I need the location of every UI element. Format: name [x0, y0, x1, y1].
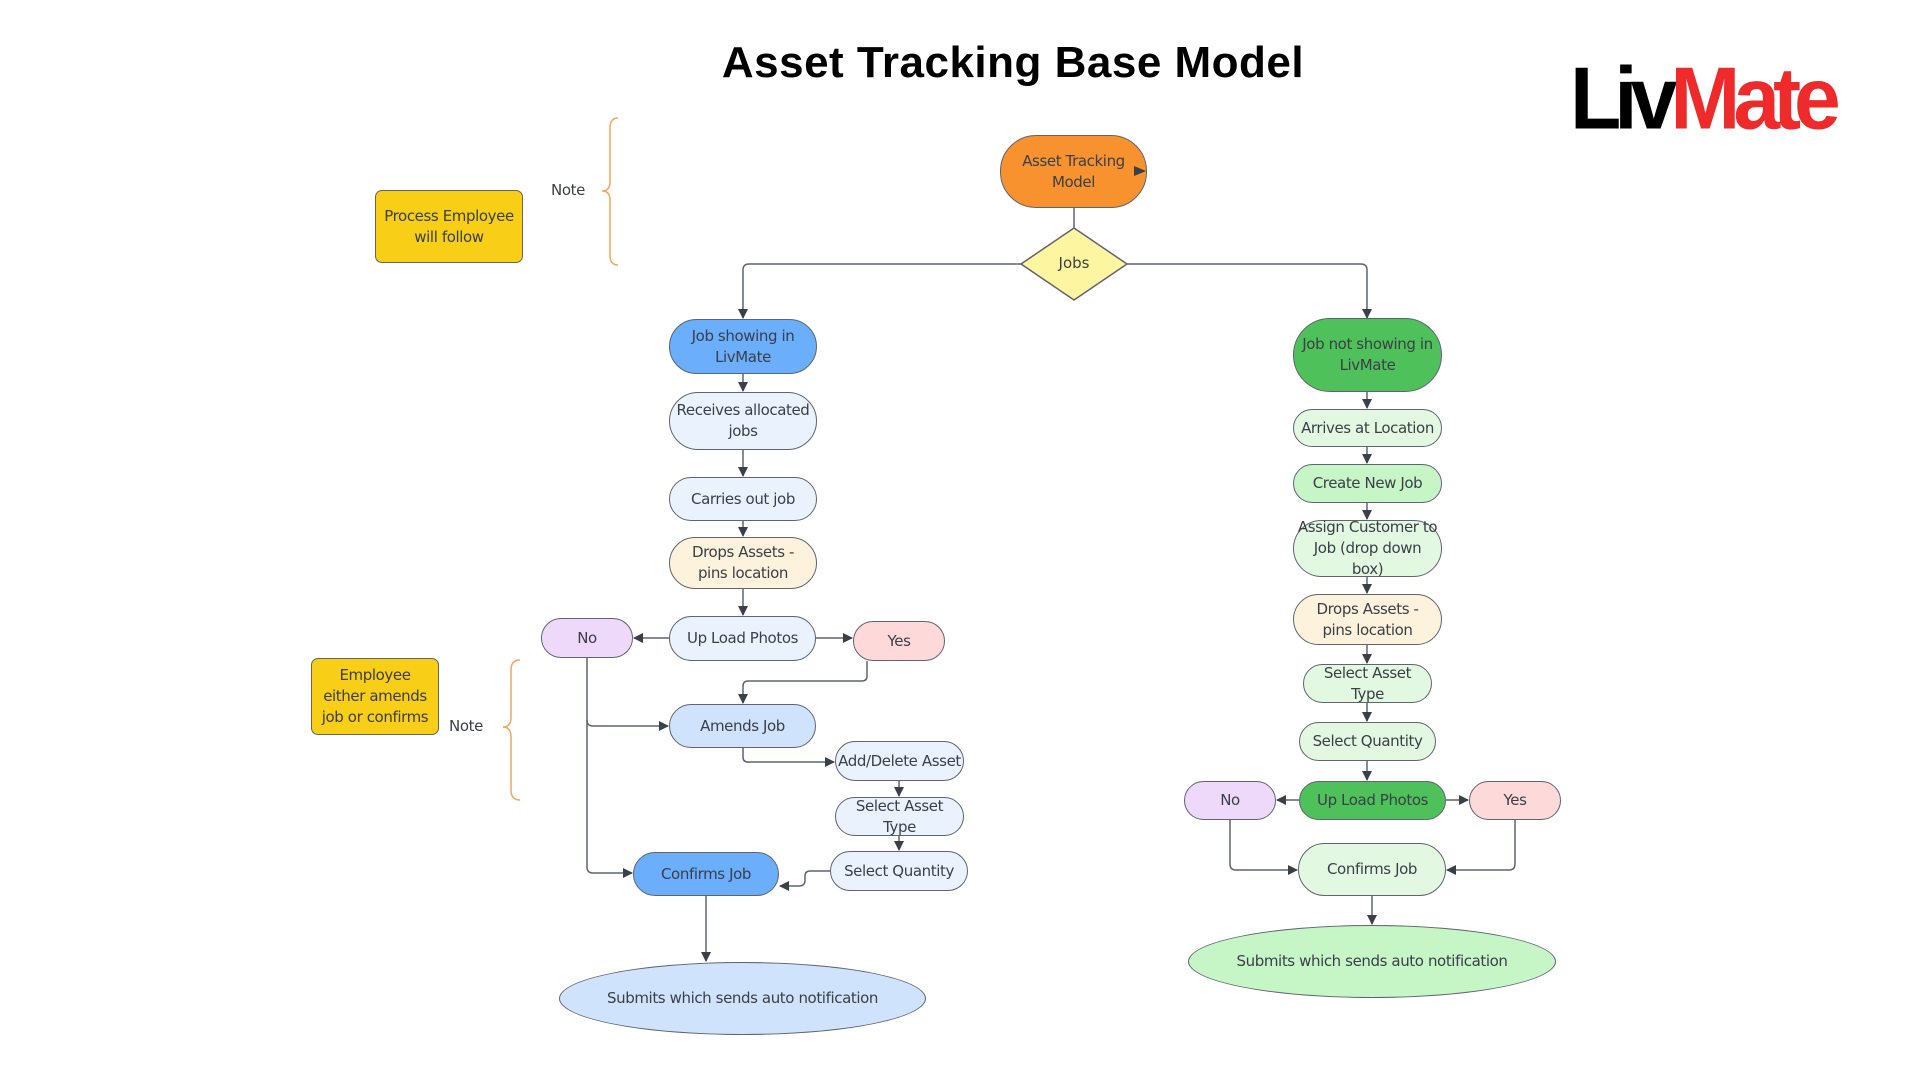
decision-text: Jobs: [1058, 254, 1090, 272]
connector: [586, 720, 633, 878]
amends-job-node[interactable]: Amends Job: [669, 704, 816, 748]
node-text: Add/Delete Asset: [838, 751, 961, 770]
note-text: Process Employee will follow: [384, 206, 514, 246]
create-new-job-node[interactable]: Create New Job: [1293, 464, 1442, 503]
node-text: Confirms Job: [660, 864, 752, 883]
note-text: Employee either amends job or confirms: [321, 666, 429, 726]
select-asset-type-node[interactable]: Select Asset Type: [1303, 664, 1432, 703]
node-text: No: [1220, 791, 1240, 809]
connectors-layer: [502, 117, 1516, 962]
node-text: Assign Customer to Job (drop down box): [1297, 518, 1438, 578]
note-label: Note: [449, 717, 483, 735]
play-arrow-icon: [1134, 166, 1146, 176]
node-text: Up Load Photos: [686, 629, 799, 647]
no-node[interactable]: No: [1184, 781, 1276, 820]
node-text: Amends Job: [700, 716, 785, 735]
node-text: No: [577, 628, 597, 647]
decision-to-left-connector: [738, 263, 1021, 319]
node-text: Receives allocated jobs: [676, 401, 810, 440]
select-quantity-node[interactable]: Select Quantity: [830, 851, 968, 891]
job-showing-node[interactable]: Job showing in LivMate: [669, 319, 817, 374]
node-text: Create New Job: [1312, 474, 1423, 492]
drops-assets-node[interactable]: Drops Assets - pins location: [1293, 594, 1442, 645]
job-not-showing-node[interactable]: Job not showing in LivMate: [1293, 318, 1442, 392]
add-delete-asset-node[interactable]: Add/Delete Asset: [835, 741, 964, 781]
yes-node[interactable]: Yes: [853, 621, 945, 661]
decision-to-right-connector: [1127, 263, 1372, 319]
note-label: Note: [551, 181, 585, 199]
note-brace: [601, 117, 619, 266]
connector: [1229, 820, 1298, 875]
no-node[interactable]: No: [541, 618, 633, 658]
confirms-job-node[interactable]: Confirms Job: [1298, 843, 1446, 896]
upload-photos-node[interactable]: Up Load Photos: [669, 616, 816, 661]
yes-node[interactable]: Yes: [1469, 781, 1561, 820]
node-text: Select Asset Type: [1323, 663, 1412, 703]
select-quantity-node[interactable]: Select Quantity: [1299, 722, 1436, 761]
node-text: Select Quantity: [844, 861, 954, 880]
upload-photos-node[interactable]: Up Load Photos: [1299, 781, 1446, 820]
carries-out-job-node[interactable]: Carries out job: [669, 477, 817, 521]
connector: [779, 870, 830, 891]
node-text: Yes: [1503, 791, 1527, 809]
node-text: Drops Assets - pins location: [1316, 599, 1419, 639]
node-text: Submits which sends auto notification: [1236, 952, 1508, 970]
submits-notification-node[interactable]: Submits which sends auto notification: [559, 962, 926, 1035]
drops-assets-node[interactable]: Drops Assets - pins location: [669, 537, 817, 589]
node-text: Yes: [887, 631, 911, 650]
node-text: Drops Assets - pins location: [691, 543, 795, 582]
node-text: Job showing in LivMate: [691, 326, 795, 366]
arrives-location-node[interactable]: Arrives at Location: [1293, 409, 1442, 447]
node-text: Confirms Job: [1326, 860, 1418, 878]
select-asset-type-node[interactable]: Select Asset Type: [835, 797, 964, 836]
node-text: Select Asset Type: [855, 796, 944, 836]
note-box-employee: Employee either amends job or confirms: [311, 658, 439, 735]
connector: [586, 658, 669, 731]
node-text: Up Load Photos: [1316, 791, 1429, 809]
node-text: Carries out job: [691, 489, 795, 508]
node-text: Arrives at Location: [1301, 418, 1434, 437]
connector: [738, 661, 868, 704]
receives-jobs-node[interactable]: Receives allocated jobs: [669, 392, 817, 450]
node-text: Select Quantity: [1312, 732, 1423, 750]
confirms-job-node[interactable]: Confirms Job: [633, 852, 779, 896]
node-text: Job not showing in LivMate: [1302, 335, 1433, 374]
submits-notification-node[interactable]: Submits which sends auto notification: [1188, 925, 1556, 998]
connector: [742, 748, 835, 767]
note-box-process: Process Employee will follow: [375, 190, 523, 263]
connector: [1446, 820, 1516, 875]
start-node-text: Asset Tracking Model: [1022, 151, 1125, 191]
node-text: Submits which sends auto notification: [607, 989, 878, 1007]
start-node[interactable]: Asset Tracking Model: [1000, 135, 1147, 208]
note-brace: [502, 659, 521, 801]
assign-customer-node[interactable]: Assign Customer to Job (drop down box): [1293, 518, 1442, 578]
